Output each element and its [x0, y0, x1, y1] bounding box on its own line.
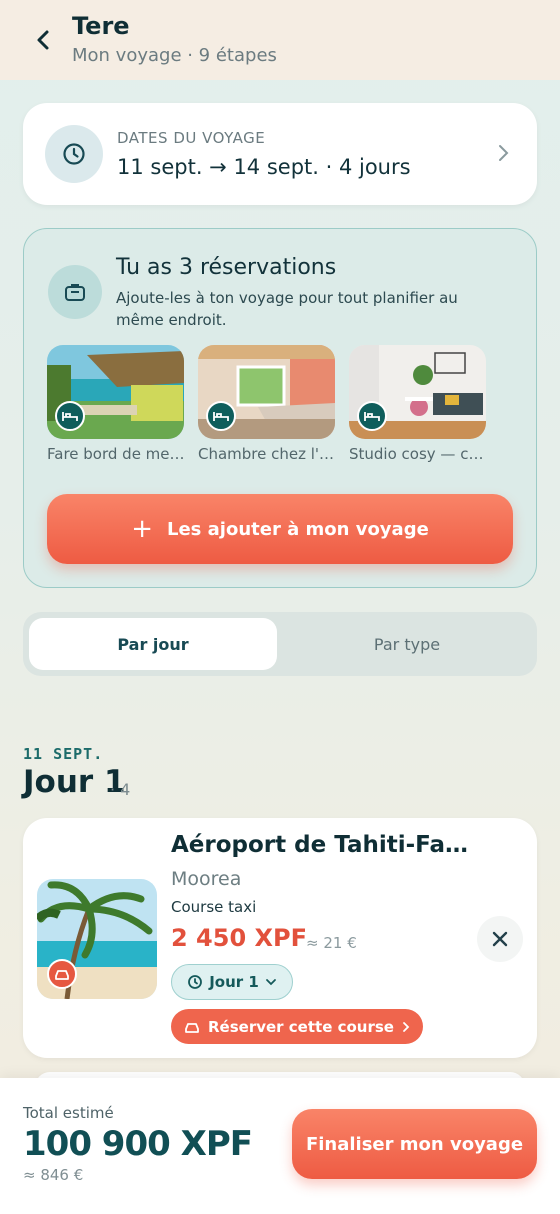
- day-step-count: · 4: [110, 780, 131, 799]
- checkout-bar: Total estimé 100 900 XPF ≈ 846 € Finalis…: [0, 1078, 560, 1214]
- luggage-icon: [48, 265, 102, 319]
- add-reservations-label: Les ajouter à mon voyage: [166, 518, 429, 540]
- book-ride-label: Réserver cette course: [208, 1017, 394, 1036]
- trip-dates-card[interactable]: DATES DU VOYAGE 11 sept. → 14 sept. · 4 …: [23, 103, 537, 205]
- trip-dates-label: DATES DU VOYAGE: [117, 129, 266, 147]
- close-icon: [492, 931, 508, 947]
- clock-icon: [45, 125, 103, 183]
- reservation-thumb-chambre[interactable]: [198, 345, 335, 439]
- item-price: 2 450 XPF: [171, 924, 307, 952]
- item-title: Aéroport de Tahiti-Faa'…: [171, 832, 471, 858]
- remove-item-button[interactable]: [477, 916, 523, 962]
- finalize-trip-button[interactable]: Finaliser mon voyage: [292, 1109, 537, 1179]
- reservations-title: Tu as 3 réservations: [116, 255, 337, 280]
- item-location: Moorea: [171, 868, 242, 890]
- bed-icon: [357, 401, 387, 431]
- car-icon: [47, 959, 77, 989]
- chevron-right-icon: [497, 143, 511, 167]
- itinerary-item-card[interactable]: Aéroport de Tahiti-Faa'… Moorea Course t…: [23, 818, 537, 1058]
- car-icon: [185, 1022, 199, 1033]
- chevron-right-icon: [403, 1021, 410, 1032]
- view-toggle: Par jour Par type: [23, 612, 537, 676]
- reservation-label: Studio cosy — c…: [349, 445, 484, 463]
- reservation-thumb-fare[interactable]: [47, 345, 184, 439]
- day-date: 11 SEPT.: [23, 745, 104, 763]
- reservations-description: Ajoute-les à ton voyage pour tout planif…: [116, 289, 458, 329]
- chevron-left-icon: [37, 30, 49, 50]
- back-button[interactable]: [28, 24, 60, 56]
- tab-by-type[interactable]: Par type: [283, 618, 531, 670]
- reservations-card: Tu as 3 réservations Ajoute-les à ton vo…: [23, 228, 537, 588]
- bed-icon: [55, 401, 85, 431]
- total-value-eur: ≈ 846 €: [23, 1166, 84, 1184]
- clock-icon: [188, 975, 203, 989]
- tab-by-day[interactable]: Par jour: [29, 618, 277, 670]
- day-selector-chip[interactable]: Jour 1: [171, 964, 293, 1000]
- reservation-label: Chambre chez l'…: [198, 445, 335, 463]
- book-ride-button[interactable]: Réserver cette course: [171, 1009, 423, 1044]
- reservation-thumb-studio[interactable]: [349, 345, 486, 439]
- item-type: Course taxi: [171, 898, 257, 916]
- item-price-eur: ≈ 21 €: [306, 934, 357, 952]
- page-title: Tere: [72, 12, 130, 40]
- reservation-label: Fare bord de me…: [47, 445, 184, 463]
- trip-dates-value: 11 sept. → 14 sept. · 4 jours: [117, 155, 411, 179]
- add-reservations-button[interactable]: + Les ajouter à mon voyage: [47, 494, 513, 564]
- total-label: Total estimé: [23, 1104, 114, 1122]
- chevron-down-icon: [265, 979, 276, 986]
- item-photo: [37, 879, 157, 999]
- total-value: 100 900 XPF: [23, 1124, 253, 1164]
- day-chip-label: Jour 1: [209, 973, 259, 991]
- bed-icon: [206, 401, 236, 431]
- plus-icon: +: [131, 514, 153, 544]
- page-subtitle: Mon voyage · 9 étapes: [72, 45, 277, 66]
- top-bar: Tere Mon voyage · 9 étapes: [0, 0, 560, 80]
